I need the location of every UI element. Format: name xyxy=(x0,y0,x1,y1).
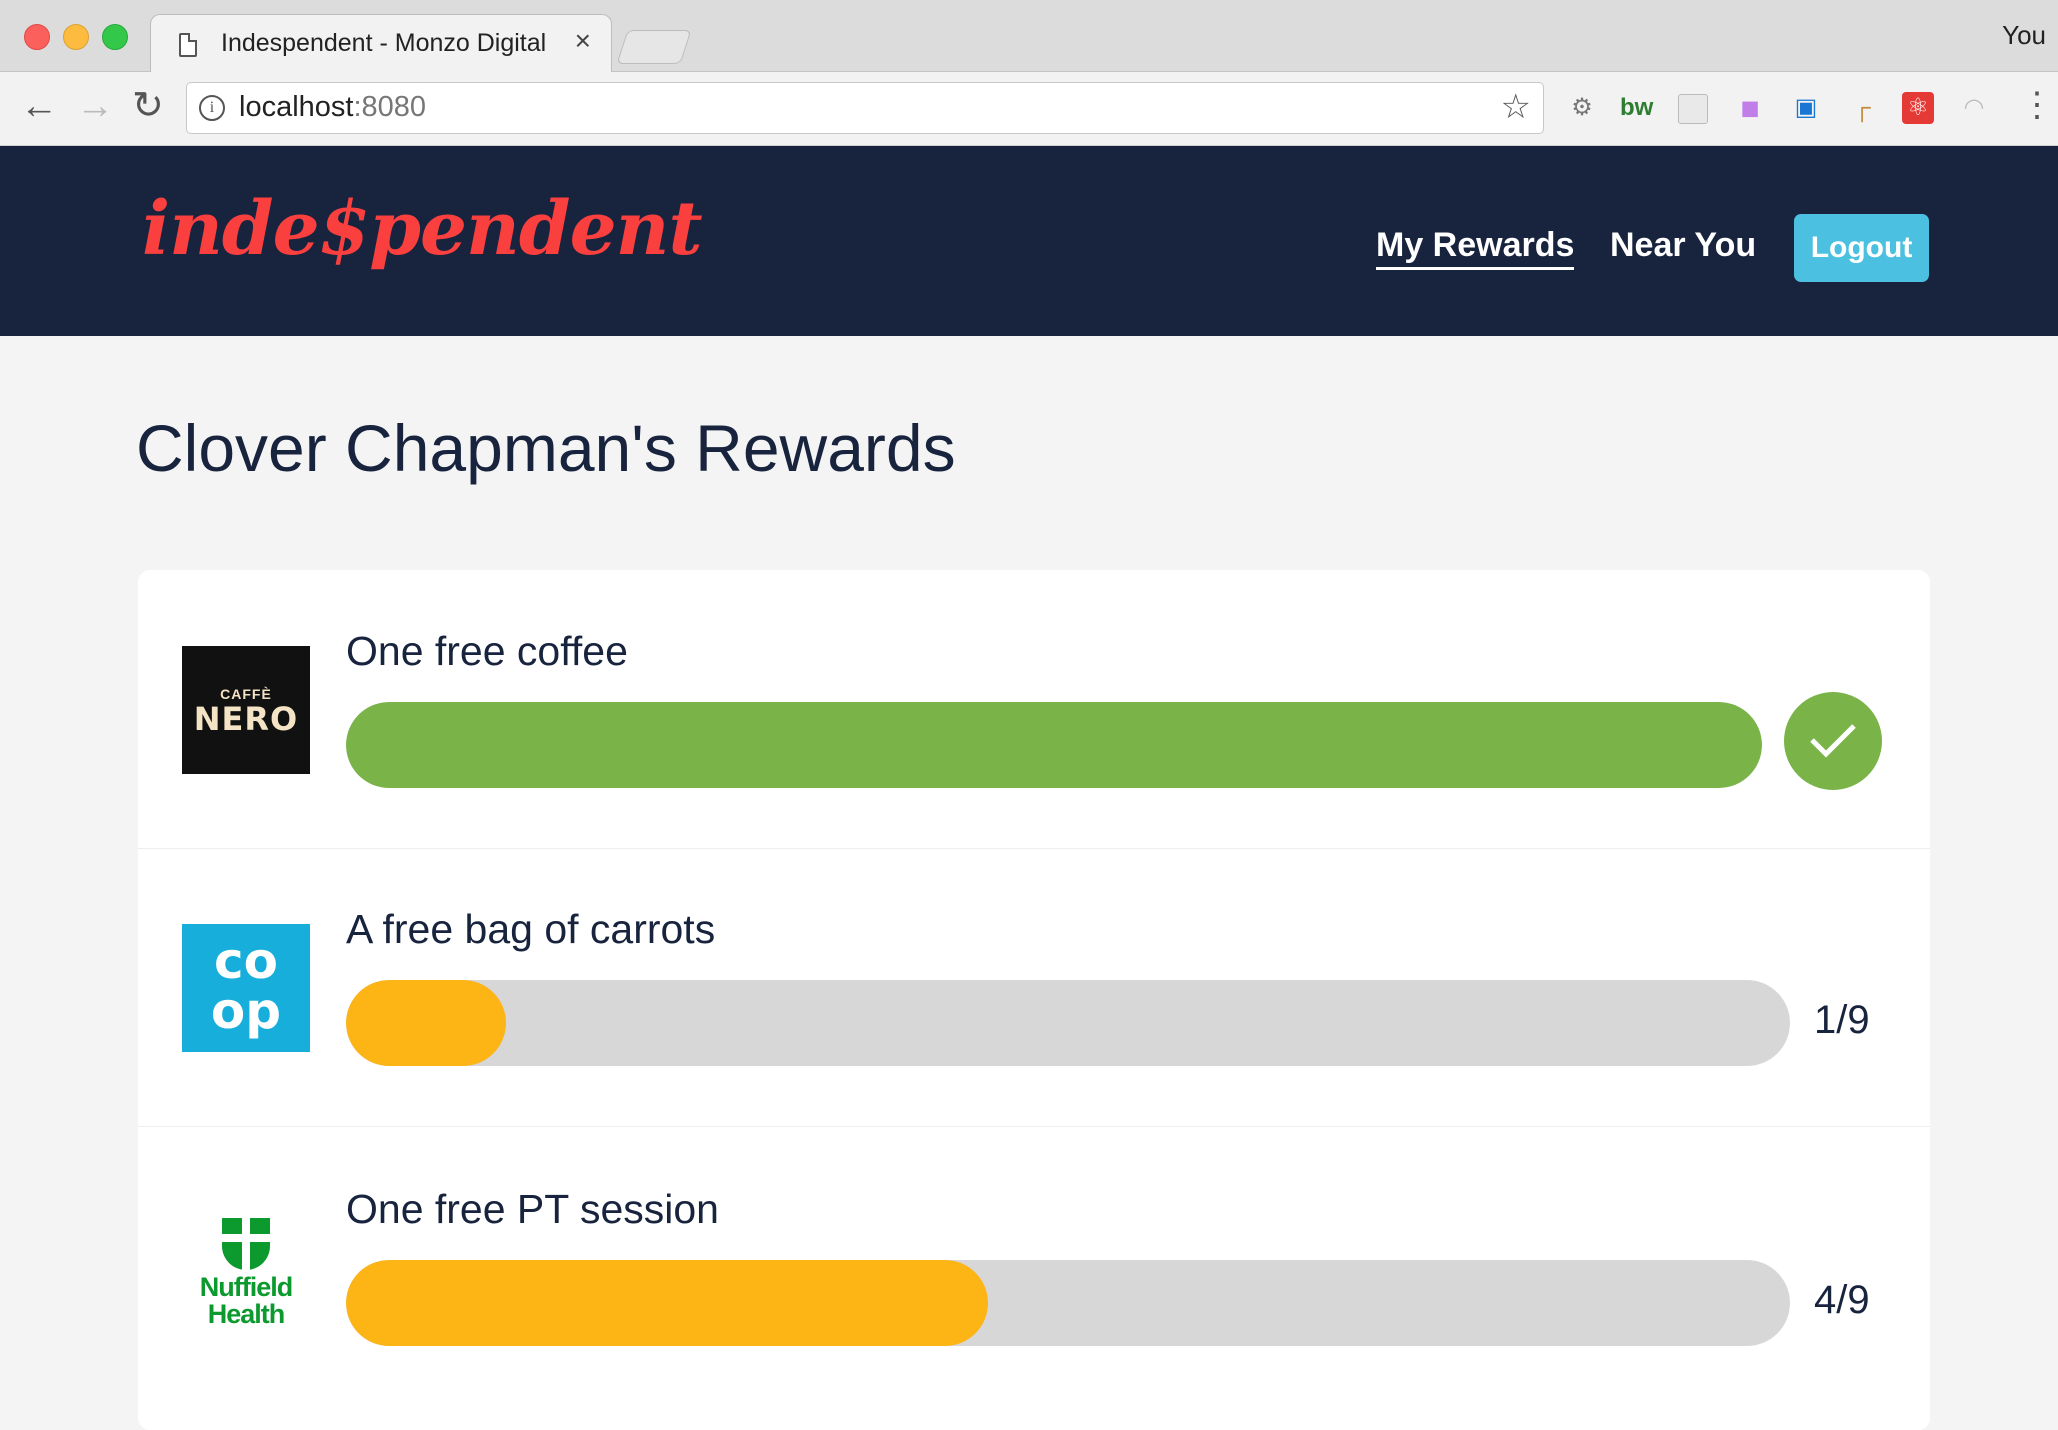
new-tab-button[interactable] xyxy=(616,30,692,64)
logout-button[interactable]: Logout xyxy=(1794,214,1929,282)
address-bar[interactable]: i localhost:8080 ☆ xyxy=(186,82,1544,134)
progress-bar xyxy=(346,702,1762,788)
image-extension-icon[interactable] xyxy=(1678,94,1708,124)
close-window-button[interactable] xyxy=(24,24,50,50)
rewards-card: CAFFÈ NERO One free coffee co op A free … xyxy=(138,570,1930,1430)
logo-line-2: Health xyxy=(207,1299,286,1329)
bw-extension-icon[interactable]: bw xyxy=(1620,92,1653,124)
nav-near-you[interactable]: Near You xyxy=(1610,226,1756,265)
progress-bar xyxy=(346,1260,1790,1346)
reward-row: co op A free bag of carrots 1/9 xyxy=(138,848,1930,1127)
react-extension-icon[interactable]: ⚛ xyxy=(1902,92,1934,124)
pocket-extension-icon[interactable]: ■ xyxy=(1734,92,1766,124)
progress-bar xyxy=(346,980,1790,1066)
nav-my-rewards[interactable]: My Rewards xyxy=(1376,226,1575,270)
logo-text-big: NERO xyxy=(193,700,299,738)
merchant-logo-coop: co op xyxy=(182,924,310,1052)
back-icon[interactable]: ← xyxy=(20,84,58,128)
app-header: inde$pendent My Rewards Near You Logout xyxy=(0,146,2058,336)
browser-tab-strip: Indespendent - Monzo Digital × You xyxy=(0,0,2058,73)
sync-extension-icon[interactable]: ◠ xyxy=(1958,92,1990,124)
profile-button[interactable]: You xyxy=(2002,20,2046,51)
page-icon xyxy=(179,33,197,57)
reward-title: One free coffee xyxy=(346,628,628,674)
reload-icon[interactable]: ↻ xyxy=(132,84,164,128)
merchant-logo-caffe-nero: CAFFÈ NERO xyxy=(182,646,310,774)
page-title: Clover Chapman's Rewards xyxy=(136,411,956,485)
url-port: :8080 xyxy=(353,91,427,123)
ruler-extension-icon[interactable]: ┌ xyxy=(1846,92,1878,124)
logo-line-1: co xyxy=(214,932,278,990)
maximize-window-button[interactable] xyxy=(102,24,128,50)
reward-row: Nuffield Health One free PT session 4/9 xyxy=(138,1128,1930,1406)
progress-fill xyxy=(346,980,507,1066)
reward-title: A free bag of carrots xyxy=(346,906,716,952)
star-icon[interactable]: ☆ xyxy=(1501,87,1531,127)
check-icon xyxy=(1784,692,1882,790)
logo-text: Nuffield Health xyxy=(182,1274,310,1328)
browser-tab[interactable]: Indespendent - Monzo Digital × xyxy=(150,14,612,73)
logo-line-1: Nuffield xyxy=(199,1272,294,1302)
merchant-logo-nuffield-health: Nuffield Health xyxy=(182,1204,310,1332)
tab-title: Indespendent - Monzo Digital xyxy=(221,29,547,57)
forward-icon[interactable]: → xyxy=(76,84,114,128)
brand-logo[interactable]: inde$pendent xyxy=(142,186,703,272)
logo-text: co op xyxy=(182,936,310,1036)
reward-title: One free PT session xyxy=(346,1186,719,1232)
progress-count: 4/9 xyxy=(1814,1278,1870,1322)
progress-fill xyxy=(346,702,1762,788)
reward-row: CAFFÈ NERO One free coffee xyxy=(138,570,1930,849)
minimize-window-button[interactable] xyxy=(63,24,89,50)
browser-toolbar: ← → ↻ i localhost:8080 ☆ ⚙ bw ■ ▣ ┌ ⚛ ◠ … xyxy=(0,72,2058,146)
menu-icon[interactable]: ⋮ xyxy=(2020,88,2054,122)
logo-line-2: op xyxy=(210,982,282,1040)
url-host: localhost xyxy=(239,91,354,123)
close-icon[interactable]: × xyxy=(575,25,591,57)
settings-extension-icon[interactable]: ⚙ xyxy=(1566,92,1598,124)
screenshot-extension-icon[interactable]: ▣ xyxy=(1790,92,1822,124)
progress-fill xyxy=(346,1260,988,1346)
info-icon[interactable]: i xyxy=(199,95,225,121)
shield-icon xyxy=(222,1218,270,1270)
progress-count: 1/9 xyxy=(1814,998,1870,1042)
url-text[interactable]: localhost:8080 xyxy=(239,91,426,124)
